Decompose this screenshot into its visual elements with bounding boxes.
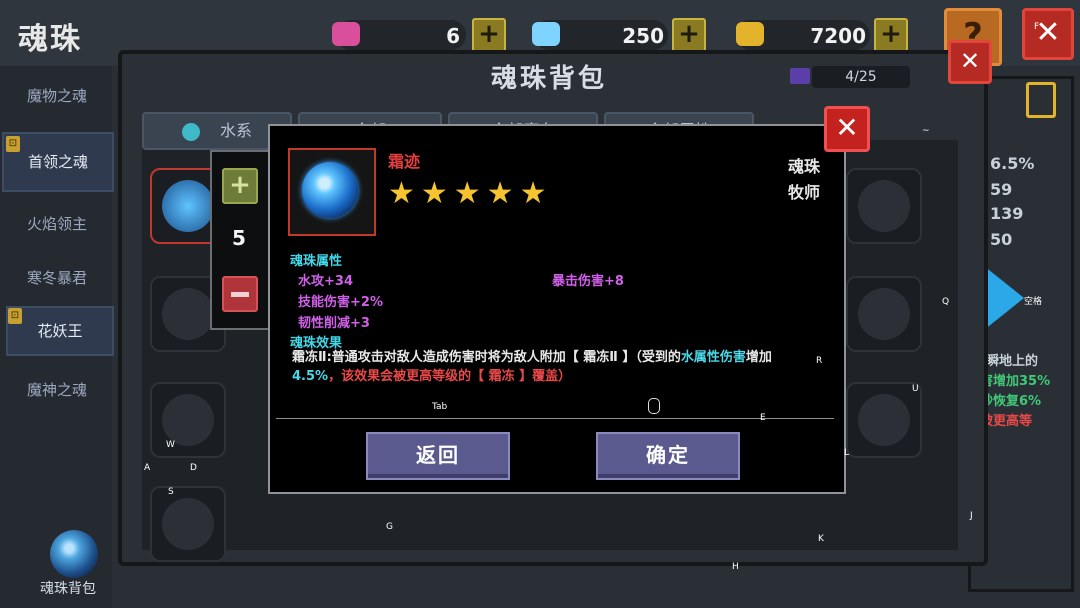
stat-value: 6.5% <box>990 154 1035 173</box>
key-hint-f: F <box>1034 22 1040 32</box>
gem-icon <box>332 22 360 46</box>
attribute: 韧性削减+3 <box>298 316 370 331</box>
sidebar-item-flower-king[interactable]: 花妖王 <box>6 306 114 356</box>
sidebar-item-winter-tyrant[interactable]: 寒冬暴君 <box>2 250 112 306</box>
key-hint-w: W <box>166 440 175 450</box>
key-hint-d: D <box>190 463 197 473</box>
attribute: 技能伤害+2% <box>298 295 383 310</box>
soul-type: 魂珠 牧师 <box>740 154 820 206</box>
key-hint-h: H <box>732 562 739 572</box>
effect-text: 霜冻Ⅱ:普通攻击对敌人造成伤害时将为敌人附加【 霜冻Ⅱ 】（受到的 <box>292 350 681 365</box>
star-rating: ★★★★★ <box>388 176 553 211</box>
lock-icon: ⊡ <box>8 308 22 324</box>
capacity-count: 4/25 <box>812 66 910 88</box>
soul-bag-label: 魂珠背包 <box>40 581 96 597</box>
type-line-1: 魂珠 <box>787 157 820 176</box>
soul-slot[interactable] <box>150 486 226 562</box>
key-hint-g: G <box>386 522 393 532</box>
partial-text: 害增加35% <box>980 374 1051 389</box>
key-hint-e: E <box>760 413 766 423</box>
soul-name: 霜迹 <box>388 152 421 171</box>
coin-count: 7200 <box>810 24 866 48</box>
soul-bag-icon[interactable] <box>50 530 98 578</box>
key-hint-l: L <box>844 448 850 458</box>
key-hint-j: J <box>970 511 973 521</box>
stat-value: 59 <box>990 180 1013 199</box>
battery-icon <box>1026 82 1056 118</box>
filter-element-label: 水系 <box>219 121 252 140</box>
key-hint-k: K <box>818 534 824 544</box>
coin-chest-icon <box>736 22 764 46</box>
confirm-button[interactable]: 确定 <box>596 432 740 480</box>
soul-slot[interactable] <box>846 276 922 352</box>
sidebar-item-fire-lord[interactable]: 火焰领主 <box>2 196 112 252</box>
lock-icon: ⊡ <box>6 136 20 152</box>
type-line-2: 牧师 <box>787 183 820 202</box>
decrease-button[interactable] <box>222 276 258 312</box>
sidebar-item-demon-soul[interactable]: 魔神之魂 <box>2 362 112 418</box>
add-coin-button[interactable]: + <box>874 18 908 52</box>
effect-note: ，该效果会被更高等级的【 霜冻 】覆盖） <box>328 369 572 384</box>
close-page-button[interactable]: ✕ <box>1022 8 1074 60</box>
partial-text: 瞬地上的 <box>986 354 1039 369</box>
effect-description: 霜冻Ⅱ:普通攻击对敌人造成伤害时将为敌人附加【 霜冻Ⅱ 】（受到的水属性伤害增加… <box>292 348 816 386</box>
soul-slot[interactable] <box>846 382 922 458</box>
key-hint-r: R <box>816 356 823 366</box>
sidebar-item-monster-soul[interactable]: 魔物之魂 <box>2 68 112 124</box>
key-hint-tab: Tab <box>432 402 448 412</box>
mouse-icon <box>648 398 660 414</box>
quantity-value: 5 <box>232 226 246 250</box>
divider <box>276 418 834 419</box>
key-hint-q: Q <box>942 297 950 307</box>
back-button[interactable]: 返回 <box>366 432 510 480</box>
key-hint-space: 空格 <box>1024 297 1043 307</box>
next-arrow-icon[interactable] <box>984 266 1024 330</box>
add-diamond-button[interactable]: + <box>672 18 706 52</box>
gem-count: 6 <box>446 24 460 48</box>
key-hint-a: A <box>144 463 151 473</box>
soul-slot[interactable] <box>150 382 226 458</box>
increase-button[interactable]: + <box>222 168 258 204</box>
close-dialog-button[interactable]: ✕ <box>824 106 870 152</box>
stat-value: 139 <box>990 204 1024 223</box>
page-title: 魂珠 <box>18 22 82 57</box>
attribute: 水攻+34 <box>298 274 353 289</box>
attributes-title: 魂珠属性 <box>290 254 343 269</box>
effect-highlight: 水属性伤害 <box>680 350 746 365</box>
partial-text: 秒恢复6% <box>980 394 1042 409</box>
close-panel-button[interactable]: ✕ <box>948 40 992 84</box>
soul-slot[interactable] <box>846 168 922 244</box>
key-hint-u: U <box>912 384 919 394</box>
water-element-icon <box>181 122 200 141</box>
stat-value: 50 <box>990 230 1013 249</box>
frost-soul-icon <box>302 162 358 218</box>
key-hint-tilde: ~ <box>922 126 930 136</box>
effect-percent: 4.5% <box>292 369 329 384</box>
diamond-count: 250 <box>622 24 664 48</box>
key-hint-s: S <box>168 487 174 497</box>
diamond-icon <box>532 22 560 46</box>
add-gem-button[interactable]: + <box>472 18 506 52</box>
attribute: 暴击伤害+8 <box>552 274 624 289</box>
capacity-bag-icon <box>790 68 810 84</box>
effect-text: 增加 <box>745 350 772 365</box>
